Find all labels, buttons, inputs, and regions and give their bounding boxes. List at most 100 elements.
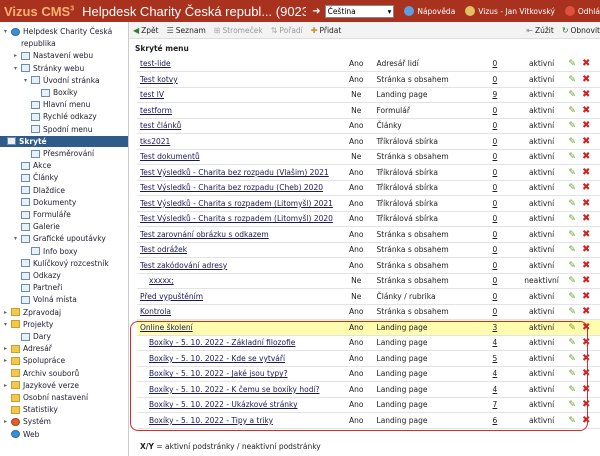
expand-toggle-icon[interactable]: ▸ [4, 382, 10, 389]
subpage-count-link[interactable]: 4 [492, 369, 497, 378]
sidebar-item[interactable]: Dokumenty [14, 197, 76, 208]
delete-icon[interactable]: ✖ [582, 275, 590, 286]
page-name-link[interactable]: Test Výsledků - Charita bez rozpadu (Che… [140, 183, 323, 192]
expand-toggle-icon[interactable]: ▾ [4, 321, 10, 328]
delete-icon[interactable]: ✖ [582, 399, 590, 410]
subpage-count-link[interactable]: 5 [492, 354, 497, 363]
edit-pencil-icon[interactable]: ✎ [568, 121, 576, 131]
sidebar-item[interactable]: Spodní menu [24, 124, 93, 135]
edit-pencil-icon[interactable]: ✎ [568, 292, 576, 302]
sidebar-item[interactable]: Galerie [14, 221, 60, 232]
subpage-count-link[interactable]: 4 [492, 338, 497, 347]
edit-pencil-icon[interactable]: ✎ [568, 354, 576, 364]
page-name-link[interactable]: Test odrážek [140, 245, 187, 254]
page-name-link[interactable]: Test zakódování adresy [140, 261, 227, 270]
edit-pencil-icon[interactable]: ✎ [568, 168, 576, 178]
page-name-link[interactable]: Boxíky - 5. 10. 2022 - Kde se vytváří [149, 354, 285, 363]
page-name-link[interactable]: Boxíky - 5. 10. 2022 - Tipy a triky [149, 416, 273, 425]
logout-link[interactable]: Odhlá [564, 6, 600, 16]
page-name-link[interactable]: tks2021 [140, 137, 170, 146]
delete-icon[interactable]: ✖ [582, 306, 590, 317]
subpage-count-link[interactable]: 0 [492, 199, 497, 208]
subpage-count-link[interactable]: 3 [492, 323, 497, 332]
delete-icon[interactable]: ✖ [582, 198, 590, 209]
user-link[interactable]: Vizus - Jan Vitkovský [465, 6, 555, 16]
expand-toggle-icon[interactable]: ▸ [4, 309, 10, 316]
order-button[interactable]: ⇅ Pořadí [271, 26, 303, 35]
page-name-link[interactable]: Test dokumentů [140, 152, 200, 161]
sidebar-item[interactable]: ▾ Stránky webu [14, 63, 84, 74]
page-name-link[interactable]: Boxíky - 5. 10. 2022 - K čemu se boxíky … [149, 385, 320, 394]
delete-icon[interactable]: ✖ [582, 415, 590, 426]
sidebar-item[interactable]: ▸ Zpravodaj [4, 307, 61, 318]
subpage-count-link[interactable]: 6 [492, 416, 497, 425]
expand-toggle-icon[interactable]: ▾ [14, 235, 20, 242]
subpage-count-link[interactable]: 0 [492, 75, 497, 84]
sidebar-item[interactable]: Archiv souborů [4, 368, 79, 379]
sidebar-item[interactable]: Články [14, 172, 58, 183]
sidebar-item[interactable]: Akce [14, 160, 51, 171]
sidebar-item[interactable]: ▸ Spolupráce [4, 355, 65, 366]
delete-icon[interactable]: ✖ [582, 89, 590, 100]
edit-pencil-icon[interactable]: ✎ [568, 385, 576, 395]
delete-icon[interactable]: ✖ [582, 291, 590, 302]
page-name-link[interactable]: xxxxx; [149, 276, 174, 285]
edit-pencil-icon[interactable]: ✎ [568, 59, 576, 69]
page-name-link[interactable]: test článků [140, 121, 181, 130]
expand-toggle-icon[interactable]: ▸ [14, 52, 20, 59]
edit-pencil-icon[interactable]: ✎ [568, 152, 576, 162]
sidebar-item[interactable]: Hlavní menu [24, 99, 90, 110]
subpage-count-link[interactable]: 0 [492, 152, 497, 161]
delete-icon[interactable]: ✖ [582, 384, 590, 395]
edit-pencil-icon[interactable]: ✎ [568, 369, 576, 379]
delete-icon[interactable]: ✖ [582, 213, 590, 224]
expand-toggle-icon[interactable]: ▸ [4, 418, 10, 425]
expand-toggle-icon[interactable]: ▾ [24, 77, 30, 84]
expand-toggle-icon[interactable]: ▾ [14, 65, 20, 72]
refresh-button[interactable]: ↻ Obnovit [562, 26, 600, 35]
subpage-count-link[interactable]: 0 [492, 230, 497, 239]
delete-icon[interactable]: ✖ [582, 368, 590, 379]
sidebar-item[interactable]: Boxíky [34, 87, 78, 98]
subpage-count-link[interactable]: 0 [492, 137, 497, 146]
page-name-link[interactable]: test-lide [140, 59, 171, 68]
sidebar-item[interactable]: ▸ Nastavení webu [14, 50, 93, 61]
back-button[interactable]: ◀ Zpět [133, 26, 159, 35]
page-name-link[interactable]: Test kotvy [140, 75, 178, 84]
subpage-count-link[interactable]: 0 [492, 106, 497, 115]
sidebar-item[interactable]: Formuláře [14, 209, 71, 220]
subpage-count-link[interactable]: 0 [492, 245, 497, 254]
sidebar-item[interactable]: ▸ Systém [4, 416, 51, 427]
page-name-link[interactable]: Boxíky - 5. 10. 2022 - Ukázkové stránky [149, 400, 298, 409]
sidebar-item[interactable]: Přesměrování [24, 148, 94, 159]
sidebar-item[interactable]: ▸ Adresář [4, 343, 52, 354]
page-name-link[interactable]: Test Výsledků - Charita s rozpadem (Lito… [140, 199, 333, 208]
page-name-link[interactable]: Test Výsledků - Charita s rozpadem (Lito… [140, 214, 333, 223]
page-name-link[interactable]: Test Výsledků - Charita bez rozpadu (Vla… [140, 168, 329, 177]
subpage-count-link[interactable]: 0 [492, 261, 497, 270]
sidebar-item[interactable]: Volná místa [14, 294, 77, 305]
help-link[interactable]: Nápověda [404, 6, 455, 16]
page-name-link[interactable]: Kontrola [140, 307, 171, 316]
edit-pencil-icon[interactable]: ✎ [568, 199, 576, 209]
sidebar-item[interactable]: Dlaždice [14, 185, 65, 196]
expand-toggle-icon[interactable]: ▸ [4, 357, 10, 364]
sidebar-item[interactable]: Dary [14, 331, 51, 342]
tree-button[interactable]: ⊞ Stromeček [214, 26, 263, 35]
edit-pencil-icon[interactable]: ✎ [568, 261, 576, 271]
delete-icon[interactable]: ✖ [582, 229, 590, 240]
edit-pencil-icon[interactable]: ✎ [568, 214, 576, 224]
edit-pencil-icon[interactable]: ✎ [568, 400, 576, 410]
edit-pencil-icon[interactable]: ✎ [568, 416, 576, 426]
edit-pencil-icon[interactable]: ✎ [568, 276, 576, 286]
subpage-count-link[interactable]: 9 [492, 90, 497, 99]
narrow-button[interactable]: ⇤ Zúžit [526, 26, 554, 35]
delete-icon[interactable]: ✖ [582, 74, 590, 85]
sidebar-item[interactable]: Statistiky [4, 404, 58, 415]
delete-icon[interactable]: ✖ [582, 120, 590, 131]
subpage-count-link[interactable]: 0 [492, 214, 497, 223]
sidebar-item[interactable]: Partneři [14, 282, 62, 293]
sidebar-item[interactable]: Osobní nastavení [4, 392, 88, 403]
subpage-count-link[interactable]: 0 [492, 59, 497, 68]
sidebar-item[interactable]: Info boxy [24, 246, 78, 257]
